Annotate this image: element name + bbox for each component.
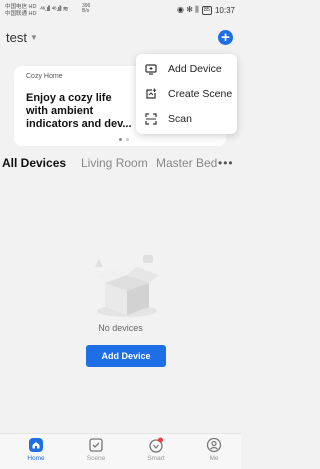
menu-label: Add Device bbox=[168, 63, 222, 75]
banner-label: Cozy Home bbox=[26, 73, 63, 80]
carrier-1: 中国电信 HD bbox=[5, 4, 37, 10]
scene-icon bbox=[89, 438, 103, 452]
menu-item-create-scene[interactable]: Create Scene bbox=[144, 83, 232, 105]
empty-message: No devices bbox=[98, 323, 143, 333]
nav-label: Smart bbox=[147, 455, 165, 462]
room-tabs: All Devices Living Room Master Bed bbox=[0, 156, 241, 174]
tab-master-bed[interactable]: Master Bed bbox=[156, 156, 217, 170]
tab-all-devices[interactable]: All Devices bbox=[2, 156, 66, 170]
status-bar: 中国电信 HD 中国联通 HD ⁴⁶.ıll ⁴⁶.ıll ≋ 396 B/s … bbox=[0, 0, 241, 20]
more-tabs-icon[interactable]: ••• bbox=[218, 156, 234, 170]
empty-box-illustration bbox=[85, 245, 165, 325]
carousel-dot bbox=[126, 138, 129, 141]
speed-unit: B/s bbox=[82, 8, 90, 14]
nav-label: Home bbox=[27, 455, 45, 462]
menu-item-add-device[interactable]: Add Device bbox=[144, 58, 222, 80]
menu-item-scan[interactable]: Scan bbox=[144, 108, 192, 130]
menu-label: Scan bbox=[168, 113, 192, 125]
add-device-icon bbox=[144, 62, 158, 76]
tab-living-room[interactable]: Living Room bbox=[81, 156, 148, 170]
me-icon bbox=[206, 437, 222, 453]
carrier-2: 中国联通 HD bbox=[5, 11, 37, 17]
nav-label: Scene bbox=[86, 455, 106, 462]
nav-scene[interactable]: Scene bbox=[76, 437, 116, 462]
carousel-dots bbox=[119, 138, 129, 141]
bottom-nav: Home Scene Smart Me bbox=[0, 433, 241, 469]
caret-down-icon: ▼ bbox=[29, 33, 38, 42]
status-icons: ◉ ✻ ⫼ bbox=[177, 5, 199, 14]
signal-icon: ⁴⁶.ıll ⁴⁶.ıll ≋ bbox=[40, 6, 69, 13]
nav-smart[interactable]: Smart bbox=[136, 437, 176, 462]
carousel-dot-active bbox=[119, 138, 122, 141]
create-scene-icon bbox=[144, 87, 158, 101]
scan-icon bbox=[144, 112, 158, 126]
add-popup-menu: Add Device Create Scene Scan bbox=[136, 54, 237, 134]
status-right: ◉ ✻ ⫼ 85 10:37 bbox=[177, 5, 235, 15]
add-device-button[interactable]: Add Device bbox=[86, 345, 166, 367]
nav-me[interactable]: Me bbox=[194, 437, 234, 462]
network-speed: 396 B/s bbox=[82, 4, 90, 14]
banner-title: Enjoy a cozy life with ambient indicator… bbox=[26, 92, 132, 130]
clock: 10:37 bbox=[214, 5, 235, 15]
nav-home[interactable]: Home bbox=[16, 437, 56, 462]
battery-icon: 85 bbox=[201, 5, 212, 15]
smart-icon bbox=[149, 437, 163, 453]
home-selector[interactable]: test ▼ bbox=[6, 30, 38, 45]
nav-label: Me bbox=[209, 455, 219, 462]
home-icon bbox=[29, 438, 43, 452]
home-name: test bbox=[6, 30, 27, 45]
add-icon[interactable]: + bbox=[218, 30, 233, 45]
menu-label: Create Scene bbox=[168, 88, 233, 100]
carrier-info: 中国电信 HD 中国联通 HD bbox=[5, 4, 36, 18]
